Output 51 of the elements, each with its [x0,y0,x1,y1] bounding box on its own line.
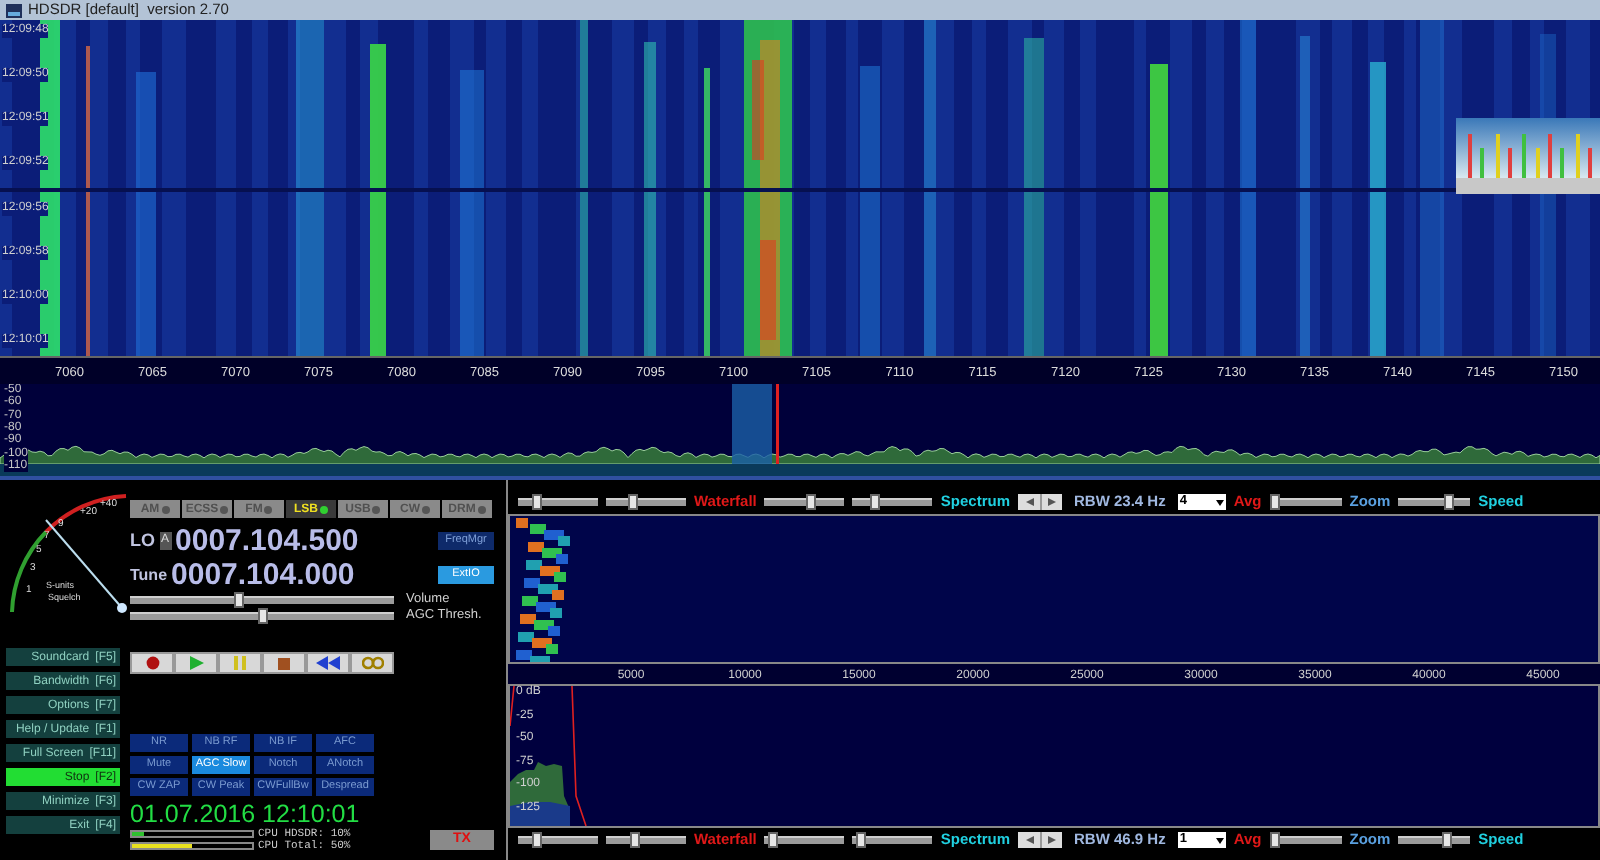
mini-spectrum-drawing [1456,118,1600,194]
slider-thumb[interactable] [1444,494,1455,510]
slider-thumb[interactable] [257,608,267,624]
stop-icon [278,657,290,669]
rewind-icon [316,656,340,670]
loop-icon [361,656,383,670]
slider-thumb[interactable] [532,832,542,848]
slider-thumb[interactable] [856,832,867,848]
step-right-button[interactable] [1040,494,1062,510]
pause-icon [234,656,246,670]
transport-button[interactable] [350,652,394,674]
dropdown-arrow-icon [1215,499,1224,505]
tune-frequency: 0007.104.000 [171,558,355,592]
slider-thumb[interactable] [1269,494,1280,510]
lo-label: LO [130,527,155,554]
step-left-button[interactable] [1018,832,1040,848]
slider-thumb[interactable] [630,832,641,848]
clock: 01.07.2016 12:10:01 [130,800,362,828]
transport-button[interactable] [306,652,350,674]
slider-thumb[interactable] [532,494,542,510]
led-icon [422,505,430,513]
led-icon [477,505,486,513]
audio-spectrum-drawing [510,686,590,826]
dropdown-arrow-icon [1215,837,1224,843]
led-icon [264,505,273,513]
slider-thumb[interactable] [627,494,637,510]
transport-button[interactable] [130,652,174,674]
record-icon [145,656,159,670]
slider-thumb[interactable] [806,494,817,510]
step-left-button[interactable] [1018,494,1040,510]
meter-needle [45,519,127,613]
play-icon [189,656,203,670]
app-icon [6,3,22,17]
led-icon [372,505,381,513]
slider-thumb[interactable] [768,832,779,848]
triangle-icon [1025,498,1033,506]
triangle-icon [1048,498,1056,506]
led-icon [161,505,170,513]
tune-label: Tune [130,563,168,587]
slider-thumb[interactable] [234,592,245,608]
lo-frequency: 0007.104.500 [175,524,359,558]
triangle-icon [1025,836,1033,844]
triangle-icon [1048,836,1056,844]
step-right-button[interactable] [1040,832,1062,848]
slider-thumb[interactable] [1441,832,1452,848]
slider-thumb[interactable] [870,494,881,510]
audio-waterfall-drawing [516,518,572,662]
led-icon [220,505,229,513]
transport-button[interactable] [262,652,306,674]
slider-thumb[interactable] [1269,832,1280,848]
led-icon [320,505,328,513]
